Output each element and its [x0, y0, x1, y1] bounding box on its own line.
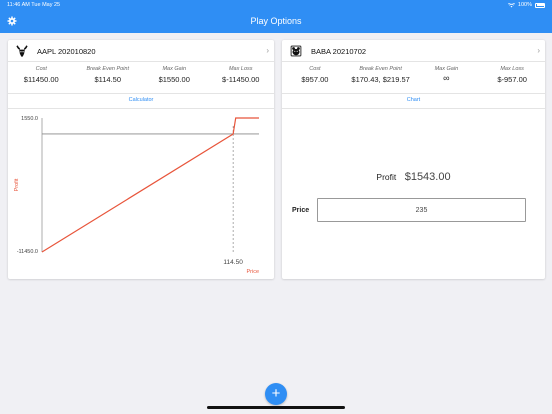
price-label: Price: [292, 207, 310, 214]
page-title: Play Options: [250, 16, 302, 26]
profit-value: $1543.00: [404, 171, 451, 183]
card-title: BABA 20210702: [311, 47, 367, 56]
stat-label: Max Gain: [162, 66, 187, 72]
stat-value: $1550.00: [158, 75, 190, 84]
bear-icon: [290, 45, 302, 57]
app-header: 11:46 AM Tue May 25 100% Play Options: [0, 0, 552, 33]
y-axis-label: Profit: [14, 178, 20, 191]
stat-label: Break Even Point: [359, 66, 402, 72]
x-axis-label: Price: [246, 269, 259, 275]
y-tick-label-min: -11450.0: [17, 249, 38, 255]
stat-max-gain: Max Gain $1550.00: [141, 66, 208, 90]
stats-row: Cost $957.00 Break Even Point $170.43, $…: [282, 66, 545, 90]
card-header[interactable]: AAPL 202010820 ›: [8, 40, 274, 62]
stat-break-even: Break Even Point $170.43, $219.57: [348, 66, 414, 90]
stat-label: Cost: [35, 66, 47, 72]
wifi-icon: [507, 2, 515, 7]
stat-value: ∞: [443, 73, 450, 83]
stat-label: Max Loss: [500, 66, 524, 72]
card-header[interactable]: BABA 20210702 ›: [282, 40, 545, 62]
stat-value: $-957.00: [497, 75, 527, 84]
stats-row: Cost $11450.00 Break Even Point $114.50 …: [8, 66, 274, 90]
divider: [8, 108, 274, 109]
stat-max-loss: Max Loss $-11450.00: [208, 66, 275, 90]
status-bar: 11:46 AM Tue May 25 100%: [0, 0, 552, 9]
stat-max-loss: Max Loss $-957.00: [479, 66, 545, 90]
card-title: AAPL 202010820: [37, 47, 96, 56]
status-date: Tue May 25: [31, 2, 61, 8]
x-tick-label: 114.50: [223, 259, 243, 266]
divider: [282, 108, 545, 109]
battery-percent: 100%: [517, 2, 532, 8]
tab-chart[interactable]: Chart: [282, 97, 545, 103]
price-input[interactable]: [317, 198, 526, 222]
stat-value: $11450.00: [23, 75, 59, 84]
home-indicator: [207, 406, 345, 409]
stat-cost: Cost $957.00: [282, 66, 348, 90]
stat-label: Max Gain: [434, 66, 459, 72]
add-play-button[interactable]: +: [265, 383, 287, 405]
option-card-aapl[interactable]: AAPL 202010820 › Cost $11450.00 Break Ev…: [8, 40, 274, 279]
tab-calculator[interactable]: Calculator: [8, 97, 274, 103]
option-card-baba[interactable]: BABA 20210702 › Cost $957.00 Break Even …: [282, 40, 545, 279]
profit-label: Profit: [376, 172, 397, 182]
divider: [282, 93, 545, 94]
payoff-line: [41, 117, 259, 253]
stat-max-gain: Max Gain ∞: [414, 66, 480, 90]
stat-label: Break Even Point: [86, 66, 130, 72]
stat-cost: Cost $11450.00: [8, 66, 75, 90]
stat-label: Cost: [309, 66, 321, 72]
y-tick-label-max: 1550.0: [21, 116, 38, 122]
payoff-chart: 1550.0 -11450.0 114.50 Profit Price: [14, 116, 259, 275]
profit-display: Profit $1543.00: [282, 167, 545, 185]
chevron-right-icon[interactable]: ›: [266, 46, 269, 55]
status-time: 11:46 AM Tue May 25: [7, 2, 60, 8]
stat-break-even: Break Even Point $114.50: [75, 66, 142, 90]
status-indicators: 100%: [507, 2, 545, 8]
stat-value: $170.43, $219.57: [351, 75, 410, 84]
bull-icon: [16, 45, 28, 57]
stat-value: $-11450.00: [222, 75, 260, 84]
divider: [8, 93, 274, 94]
stat-label: Max Loss: [228, 66, 253, 72]
stat-value: $957.00: [301, 75, 329, 84]
status-clock: 11:46 AM: [7, 2, 30, 8]
chevron-right-icon[interactable]: ›: [537, 46, 540, 55]
battery-icon: [535, 2, 545, 8]
stat-value: $114.50: [94, 75, 122, 84]
